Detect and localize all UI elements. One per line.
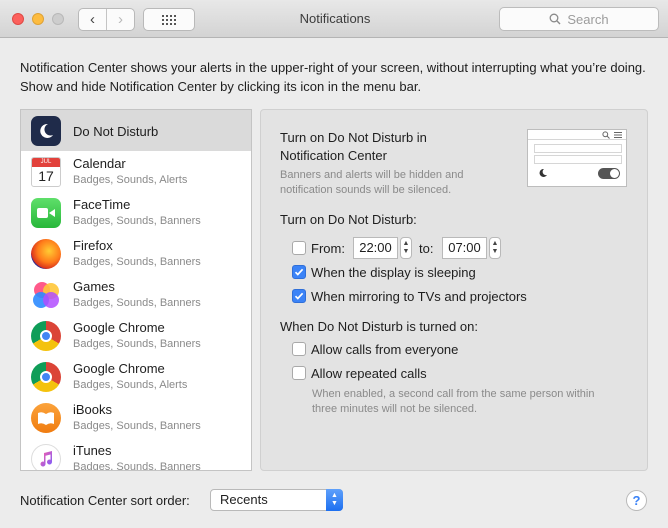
app-subtitle: Badges, Sounds, Banners <box>73 461 201 471</box>
grid-icon <box>162 14 176 25</box>
calendar-icon: JUL 17 <box>31 157 61 187</box>
allow-calls-label: Allow calls from everyone <box>311 342 459 357</box>
minimize-window-button[interactable] <box>32 13 44 25</box>
app-list-item-itunes[interactable]: iTunes Badges, Sounds, Banners <box>21 438 251 471</box>
toggle-icon <box>598 168 620 179</box>
app-list-item-google-chrome-2[interactable]: Google Chrome Badges, Sounds, Alerts <box>21 356 251 397</box>
description-text: Notification Center shows your alerts in… <box>20 60 646 94</box>
from-time-field[interactable]: 22:00 <box>353 237 398 259</box>
forward-button[interactable]: › <box>106 9 134 30</box>
to-label: to: <box>419 241 434 256</box>
moon-icon <box>31 116 61 146</box>
search-icon <box>549 13 561 25</box>
help-button[interactable]: ? <box>626 490 647 511</box>
app-name: FaceTime <box>73 197 131 212</box>
repeated-note-line2: three minutes will not be silenced. <box>312 403 478 415</box>
firefox-icon <box>31 239 61 269</box>
chevron-left-icon: ‹ <box>90 11 95 28</box>
games-icon <box>31 280 61 310</box>
checkmark-icon <box>294 268 304 276</box>
app-list-item-firefox[interactable]: Firefox Badges, Sounds, Banners <box>21 233 251 274</box>
dnd-heading-note-line1: Banners and alerts will be hidden and <box>280 169 464 181</box>
app-list[interactable]: Do Not Disturb JUL 17 Calendar Badges, S… <box>20 109 252 471</box>
sort-order-label: Notification Center sort order: <box>20 493 190 508</box>
app-list-item-games[interactable]: Games Badges, Sounds, Banners <box>21 274 251 315</box>
to-time-stepper[interactable]: ▲ ▼ <box>489 237 501 259</box>
checkmark-icon <box>294 292 304 300</box>
display-sleeping-label: When the display is sleeping <box>311 265 476 280</box>
app-name: Do Not Disturb <box>73 124 159 139</box>
title-bar: ‹ › Notifications Search <box>0 0 668 38</box>
app-name: iBooks <box>73 402 113 417</box>
app-list-item-ibooks[interactable]: iBooks Badges, Sounds, Banners <box>21 397 251 438</box>
app-list-item-google-chrome[interactable]: Google Chrome Badges, Sounds, Banners <box>21 315 251 356</box>
moon-icon <box>539 168 547 177</box>
turn-on-label: Turn on Do Not Disturb: <box>280 212 417 227</box>
app-name: Games <box>73 279 115 294</box>
stepper-down-icon: ▼ <box>491 248 499 255</box>
stepper-up-icon: ▲ <box>491 240 499 247</box>
sort-order-popup[interactable]: Recents ▲ ▼ <box>210 489 343 511</box>
chrome-icon <box>31 362 61 392</box>
display-sleeping-checkbox[interactable] <box>292 265 306 279</box>
allow-calls-checkbox[interactable] <box>292 342 306 356</box>
app-subtitle: Badges, Sounds, Banners <box>73 338 201 350</box>
to-time-field[interactable]: 07:00 <box>442 237 487 259</box>
stepper-down-icon: ▼ <box>402 248 410 255</box>
app-list-item-calendar[interactable]: JUL 17 Calendar Badges, Sounds, Alerts <box>21 151 251 192</box>
show-all-button[interactable] <box>143 8 195 31</box>
chevron-right-icon: › <box>118 11 123 28</box>
dnd-heading-line2: Notification Center <box>280 148 387 163</box>
do-not-disturb-panel: Turn on Do Not Disturb in Notification C… <box>260 109 648 471</box>
sort-order-value: Recents <box>220 492 268 507</box>
repeated-calls-label: Allow repeated calls <box>311 366 427 381</box>
when-on-label: When Do Not Disturb is turned on: <box>280 319 478 334</box>
notification-center-preview-image <box>527 129 627 187</box>
search-icon <box>602 131 610 139</box>
up-down-chevron-icon: ▲ ▼ <box>326 489 343 511</box>
app-name: Firefox <box>73 238 113 253</box>
from-label: From: <box>311 241 345 256</box>
app-list-item-do-not-disturb[interactable]: Do Not Disturb <box>21 110 251 151</box>
from-time-stepper[interactable]: ▲ ▼ <box>400 237 412 259</box>
app-subtitle: Badges, Sounds, Banners <box>73 297 201 309</box>
from-checkbox[interactable] <box>292 241 306 255</box>
window-title: Notifications <box>299 11 371 26</box>
itunes-icon <box>31 444 61 470</box>
app-name: Calendar <box>73 156 126 171</box>
dnd-heading-line1: Turn on Do Not Disturb in <box>280 130 427 145</box>
app-subtitle: Badges, Sounds, Banners <box>73 256 201 268</box>
repeated-calls-checkbox[interactable] <box>292 366 306 380</box>
app-subtitle: Badges, Sounds, Alerts <box>73 379 188 391</box>
repeated-note-line1: When enabled, a second call from the sam… <box>312 388 595 400</box>
app-subtitle: Badges, Sounds, Banners <box>73 215 201 227</box>
navigation-buttons: ‹ › <box>78 8 135 31</box>
app-subtitle: Badges, Sounds, Banners <box>73 420 201 432</box>
search-placeholder: Search <box>567 11 609 27</box>
mirroring-checkbox[interactable] <box>292 289 306 303</box>
list-icon <box>614 132 622 138</box>
app-list-item-facetime[interactable]: FaceTime Badges, Sounds, Banners <box>21 192 251 233</box>
mirroring-label: When mirroring to TVs and projectors <box>311 289 527 304</box>
app-name: Google Chrome <box>73 320 165 335</box>
stepper-up-icon: ▲ <box>402 240 410 247</box>
app-name: iTunes <box>73 443 112 458</box>
back-button[interactable]: ‹ <box>79 9 106 30</box>
facetime-icon <box>31 198 61 228</box>
chrome-icon <box>31 321 61 351</box>
close-window-button[interactable] <box>12 13 24 25</box>
search-field[interactable]: Search <box>499 7 659 31</box>
ibooks-icon <box>31 403 61 433</box>
app-subtitle: Badges, Sounds, Alerts <box>73 174 188 186</box>
app-name: Google Chrome <box>73 361 165 376</box>
zoom-window-button[interactable] <box>52 13 64 25</box>
dnd-heading-note-line2: notification sounds will be silenced. <box>280 184 452 196</box>
